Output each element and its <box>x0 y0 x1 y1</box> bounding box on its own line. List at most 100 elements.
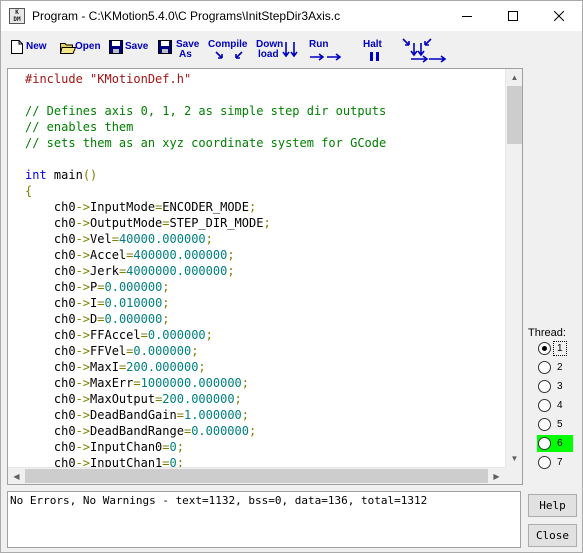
code-token: -> <box>75 344 91 358</box>
code-line[interactable]: ch0->Jerk=4000000.000000; <box>25 263 386 279</box>
code-line[interactable] <box>25 87 386 103</box>
code-line[interactable]: ch0->OutputMode=STEP_DIR_MODE; <box>25 215 386 231</box>
code-line[interactable]: ch0->MaxErr=1000000.000000; <box>25 375 386 391</box>
download-arrows-icon <box>282 42 298 58</box>
radio-circle-icon[interactable] <box>538 380 551 393</box>
compile-download-run-button[interactable] <box>399 31 447 65</box>
compile-download-run-icon <box>402 38 447 63</box>
open-button[interactable]: Open <box>60 31 104 65</box>
code-line[interactable]: // sets them as an xyz coordinate system… <box>25 135 386 151</box>
code-line[interactable] <box>25 151 386 167</box>
code-editor[interactable]: #include "KMotionDef.h" // Defines axis 0… <box>7 68 523 485</box>
horizontal-scroll-thumb[interactable] <box>25 469 488 483</box>
new-button[interactable]: New <box>11 31 51 65</box>
code-line[interactable]: ch0->MaxOutput=200.000000; <box>25 391 386 407</box>
run-button[interactable]: Run <box>307 31 347 65</box>
code-token: 0.000000 <box>104 280 163 294</box>
code-token: int <box>25 168 47 182</box>
thread-radio-label: 2 <box>557 362 563 373</box>
compile-arrows-icon <box>215 51 243 59</box>
vertical-scroll-thumb[interactable] <box>507 86 522 144</box>
radio-circle-icon[interactable] <box>538 437 551 450</box>
save-as-button[interactable]: Save As <box>158 31 202 65</box>
thread-radio-7[interactable]: 7 <box>537 454 573 471</box>
code-token: -> <box>75 248 91 262</box>
code-token: ; <box>198 360 206 374</box>
code-line[interactable]: ch0->DeadBandRange=0.000000; <box>25 423 386 439</box>
code-token: ENCODER_MODE <box>162 200 249 214</box>
radio-circle-icon[interactable] <box>538 399 551 412</box>
scroll-down-arrow-icon[interactable]: ▼ <box>506 450 522 467</box>
horizontal-scrollbar[interactable]: ◀ ▶ <box>8 467 505 484</box>
code-line[interactable]: ch0->Vel=40000.000000; <box>25 231 386 247</box>
close-window-button[interactable] <box>536 1 582 31</box>
radio-circle-icon[interactable] <box>538 361 551 374</box>
code-token: ch0 <box>25 216 76 230</box>
code-line[interactable]: // Defines axis 0, 1, 2 as simple step d… <box>25 103 386 119</box>
thread-radio-label: 3 <box>557 381 563 392</box>
code-token: Jerk <box>90 264 119 278</box>
save-button[interactable]: Save <box>109 31 153 65</box>
radio-circle-icon[interactable] <box>538 418 551 431</box>
code-line[interactable]: // enables them <box>25 119 386 135</box>
close-button[interactable]: Close <box>528 524 577 547</box>
code-token: = <box>176 408 184 422</box>
halt-button[interactable]: Halt <box>361 31 393 65</box>
help-button[interactable]: Help <box>528 494 577 517</box>
scroll-left-arrow-icon[interactable]: ◀ <box>8 468 25 484</box>
scroll-up-arrow-icon[interactable]: ▲ <box>506 69 522 86</box>
download-button[interactable]: Down load <box>254 31 300 65</box>
window-title: Program - C:\KMotion5.4.0\C Programs\Ini… <box>32 9 341 23</box>
kmotion-app-icon[interactable]: K DM <box>9 8 25 24</box>
code-token: -> <box>75 264 91 278</box>
compile-label: Compile <box>208 39 248 50</box>
code-line[interactable]: ch0->FFVel=0.000000; <box>25 343 386 359</box>
code-token: 0.000000 <box>133 344 192 358</box>
code-token: ch0 <box>25 328 76 342</box>
scroll-right-arrow-icon[interactable]: ▶ <box>488 468 505 484</box>
code-token: MaxErr <box>90 376 134 390</box>
run-label: Run <box>309 39 329 50</box>
thread-radio-1[interactable]: 1 <box>537 340 573 357</box>
code-line[interactable]: ch0->InputChan0=0; <box>25 439 386 455</box>
compile-output-box[interactable]: No Errors, No Warnings - text=1132, bss=… <box>7 491 521 548</box>
radio-circle-icon[interactable] <box>538 342 551 355</box>
code-line[interactable]: ch0->P=0.000000; <box>25 279 386 295</box>
code-token: 4000000.000000 <box>126 264 228 278</box>
code-token: ch0 <box>25 232 76 246</box>
code-line[interactable]: { <box>25 183 386 199</box>
code-token: -> <box>75 376 91 390</box>
code-token: ; <box>227 248 235 262</box>
code-line[interactable]: ch0->D=0.000000; <box>25 311 386 327</box>
thread-radio-5[interactable]: 5 <box>537 416 573 433</box>
code-token: ch0 <box>25 376 76 390</box>
minimize-button[interactable] <box>444 1 490 31</box>
title-bar[interactable]: K DM Program - C:\KMotion5.4.0\C Program… <box>1 1 582 31</box>
code-token: ch0 <box>25 360 76 374</box>
code-token: = <box>111 232 119 246</box>
code-line[interactable]: int main() <box>25 167 386 183</box>
code-token: 0.000000 <box>104 312 163 326</box>
code-text[interactable]: #include "KMotionDef.h" // Defines axis 0… <box>25 71 386 471</box>
code-line[interactable]: ch0->InputMode=ENCODER_MODE; <box>25 199 386 215</box>
code-token: ; <box>249 200 257 214</box>
code-token: 40000.000000 <box>118 232 206 246</box>
vertical-scrollbar[interactable]: ▲ ▼ <box>505 69 522 467</box>
compile-button[interactable]: Compile <box>206 31 252 65</box>
code-line[interactable]: ch0->DeadBandGain=1.000000; <box>25 407 386 423</box>
code-token: () <box>82 168 98 182</box>
code-line[interactable]: #include "KMotionDef.h" <box>25 71 386 87</box>
thread-radio-6[interactable]: 6 <box>537 435 573 452</box>
radio-circle-icon[interactable] <box>538 456 551 469</box>
thread-radio-2[interactable]: 2 <box>537 359 573 376</box>
maximize-button[interactable] <box>490 1 536 31</box>
code-line[interactable]: ch0->FFAccel=0.000000; <box>25 327 386 343</box>
code-line[interactable]: ch0->I=0.010000; <box>25 295 386 311</box>
code-token: MaxI <box>90 360 119 374</box>
code-line[interactable]: ch0->Accel=400000.000000; <box>25 247 386 263</box>
code-token: = <box>140 328 148 342</box>
code-line[interactable]: ch0->MaxI=200.000000; <box>25 359 386 375</box>
thread-radio-4[interactable]: 4 <box>537 397 573 414</box>
thread-radio-3[interactable]: 3 <box>537 378 573 395</box>
code-token: -> <box>75 232 91 246</box>
